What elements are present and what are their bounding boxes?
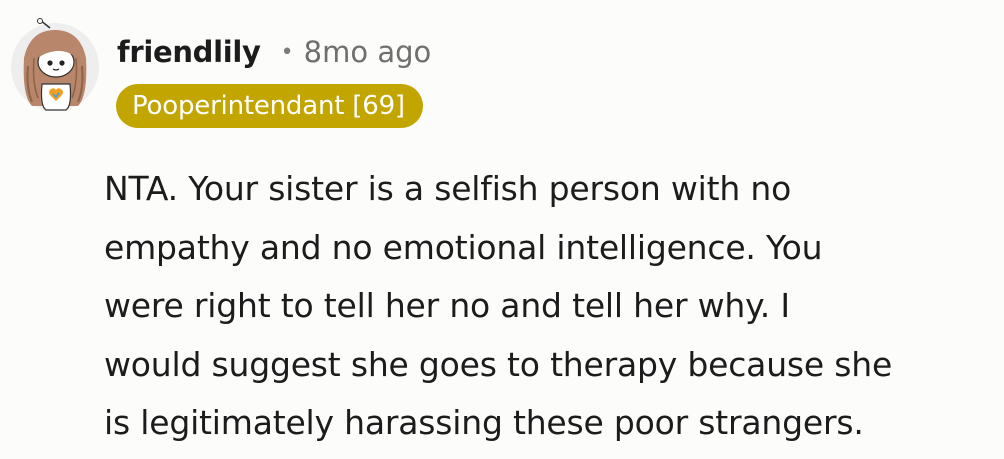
separator-dot: • [280,39,294,65]
user-flair-badge[interactable]: Pooperintendant [69] [116,84,423,128]
comment-body-line: empathy and no emotional intelligence. Y… [104,227,823,267]
snoo-avatar-icon [11,18,99,111]
comment-header: friendlily • 8mo ago [117,30,431,74]
comment: friendlily • 8mo ago Pooperintendant [69… [0,0,1004,459]
comment-body-line: were right to tell her no and tell her w… [104,286,790,325]
comment-body-line: NTA. Your sister is a selfish person wit… [104,169,792,208]
user-avatar[interactable] [10,18,100,112]
comment-body-line: is legitimately harassing these poor str… [104,403,864,442]
timestamp-link[interactable]: 8mo ago [304,35,432,69]
username-link[interactable]: friendlily [117,35,261,69]
comment-body: NTA. Your sister is a selfish person wit… [104,160,999,453]
comment-body-line: would suggest she goes to therapy becaus… [104,344,893,384]
